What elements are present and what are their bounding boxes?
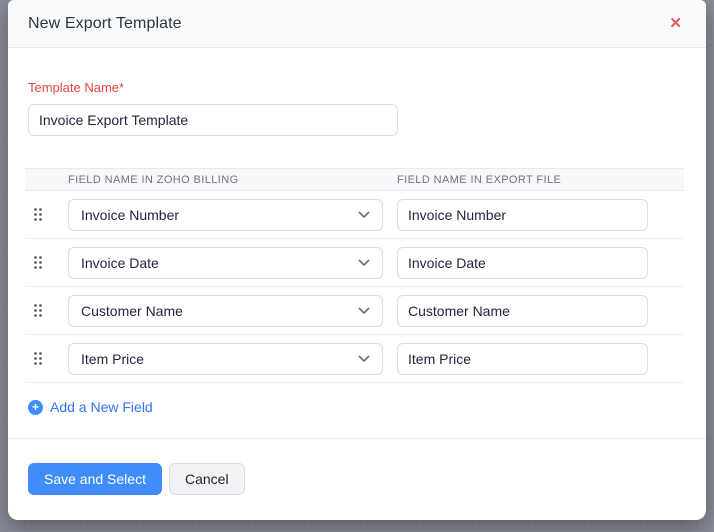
zoho-field-select[interactable]: Invoice Date <box>68 247 383 279</box>
zoho-field-selected-value: Item Price <box>81 351 144 367</box>
drag-handle-icon[interactable] <box>25 351 68 366</box>
drag-handle-icon[interactable] <box>25 303 68 318</box>
column-header-zoho-field: Field Name in Zoho Billing <box>68 174 383 186</box>
dialog-body: Template Name* Field Name in Zoho Billin… <box>8 80 706 495</box>
add-new-field-label: Add a New Field <box>50 399 153 415</box>
field-mapping-row: Invoice Number <box>25 191 684 239</box>
table-header-row: Field Name in Zoho Billing Field Name in… <box>25 168 684 191</box>
chevron-down-icon <box>358 211 370 219</box>
zoho-field-select[interactable]: Customer Name <box>68 295 383 327</box>
zoho-field-select[interactable]: Item Price <box>68 343 383 375</box>
cancel-button[interactable]: Cancel <box>169 463 245 495</box>
zoho-field-selected-value: Invoice Date <box>81 255 159 271</box>
zoho-field-selected-value: Customer Name <box>81 303 183 319</box>
table-rows: Invoice Number Invoice Date <box>25 191 684 383</box>
field-mapping-row: Invoice Date <box>25 239 684 287</box>
drag-handle-icon[interactable] <box>25 207 68 222</box>
close-icon[interactable]: ✕ <box>665 12 686 35</box>
plus-circle-icon: + <box>28 400 43 415</box>
dialog-header: New Export Template ✕ <box>8 0 706 48</box>
new-export-template-dialog: New Export Template ✕ Template Name* Fie… <box>8 0 706 520</box>
field-mapping-row: Customer Name <box>25 287 684 335</box>
column-header-export-field: Field Name in Export File <box>397 174 648 186</box>
field-mapping-row: Item Price <box>25 335 684 383</box>
zoho-field-selected-value: Invoice Number <box>81 207 179 223</box>
chevron-down-icon <box>358 259 370 267</box>
field-mapping-table: Field Name in Zoho Billing Field Name in… <box>25 168 684 383</box>
dialog-footer: Save and Select Cancel <box>28 439 686 495</box>
export-field-input[interactable] <box>397 295 648 327</box>
template-name-input[interactable] <box>28 104 398 136</box>
export-field-input[interactable] <box>397 199 648 231</box>
template-name-label: Template Name* <box>28 80 686 95</box>
chevron-down-icon <box>358 307 370 315</box>
chevron-down-icon <box>358 355 370 363</box>
export-field-input[interactable] <box>397 343 648 375</box>
drag-handle-icon[interactable] <box>25 255 68 270</box>
zoho-field-select[interactable]: Invoice Number <box>68 199 383 231</box>
save-and-select-button[interactable]: Save and Select <box>28 463 162 495</box>
dialog-title: New Export Template <box>28 15 182 33</box>
add-new-field-button[interactable]: + Add a New Field <box>28 399 153 415</box>
export-field-input[interactable] <box>397 247 648 279</box>
